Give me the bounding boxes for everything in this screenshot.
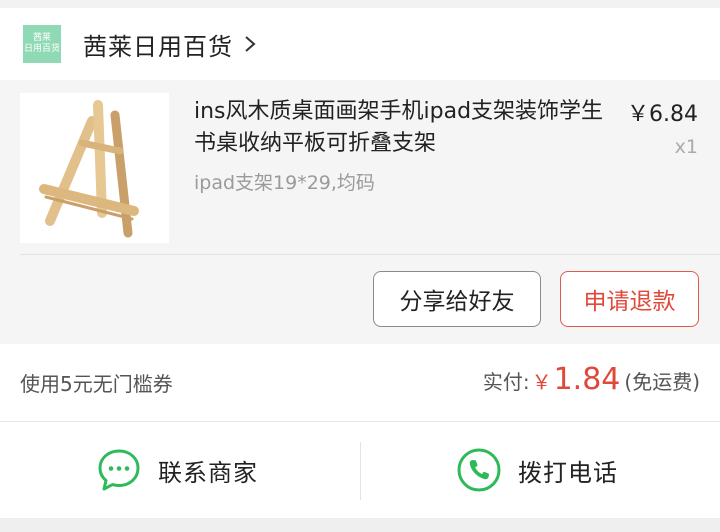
shop-logo-line1: 茜莱: [32, 33, 51, 43]
action-divider: [360, 442, 361, 500]
paid-summary: 实付: ￥ 1.84 (免运费): [483, 362, 700, 397]
call-label: 拨打电话: [518, 458, 618, 487]
contact-seller-button[interactable]: 联系商家: [96, 422, 258, 518]
card-divider: [20, 254, 720, 255]
product-image[interactable]: [20, 93, 169, 243]
coupon-text: 使用5元无门槛券: [20, 372, 173, 396]
call-button[interactable]: 拨打电话: [456, 422, 618, 518]
shipping-note: (免运费): [624, 370, 700, 394]
paid-currency: ￥: [531, 370, 552, 394]
shop-header[interactable]: 茜莱 日用百货 茜莱日用百货: [0, 8, 720, 80]
contact-action-row: 联系商家 拨打电话: [0, 422, 720, 518]
shop-logo: 茜莱 日用百货: [23, 25, 61, 63]
product-spec: ipad支架19*29,均码: [194, 172, 375, 194]
product-card[interactable]: ins风木质桌面画架手机ipad支架装饰学生书桌收纳平板可折叠支架 ipad支架…: [0, 80, 720, 344]
chat-bubble-icon: [98, 449, 140, 491]
product-title[interactable]: ins风木质桌面画架手机ipad支架装饰学生书桌收纳平板可折叠支架: [194, 96, 604, 160]
paid-label: 实付:: [482, 370, 530, 394]
refund-button[interactable]: 申请退款: [560, 271, 699, 327]
wooden-easel-image: [39, 100, 139, 238]
top-strip: [0, 0, 720, 8]
share-button[interactable]: 分享给好友: [373, 271, 541, 327]
shop-name[interactable]: 茜莱日用百货: [83, 27, 233, 62]
phone-icon: [457, 448, 501, 492]
chevron-right-icon[interactable]: [243, 34, 257, 54]
product-quantity: x1: [674, 136, 698, 158]
product-price: ￥6.84: [627, 102, 698, 127]
paid-amount: 1.84: [553, 362, 621, 397]
payment-row: 使用5元无门槛券 实付: ￥ 1.84 (免运费): [0, 344, 720, 422]
contact-seller-label: 联系商家: [158, 458, 258, 487]
bottom-strip: [0, 518, 720, 532]
shop-logo-line2: 日用百货: [23, 44, 60, 54]
